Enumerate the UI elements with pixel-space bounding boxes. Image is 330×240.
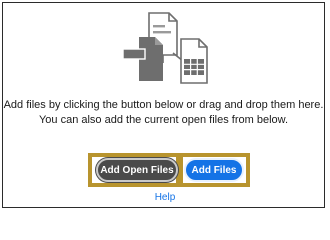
add-files-button[interactable]: Add Files [184,158,244,182]
add-open-files-button[interactable]: Add Open Files [96,158,178,182]
help-link[interactable]: Help [0,192,330,203]
drop-instructions-line2: You can also add the current open files … [38,114,289,126]
drop-instructions: Add files by clicking the button below o… [3,98,324,128]
file-documents-icon [122,12,208,84]
drop-instructions-line1: Add files by clicking the button below o… [3,99,324,111]
